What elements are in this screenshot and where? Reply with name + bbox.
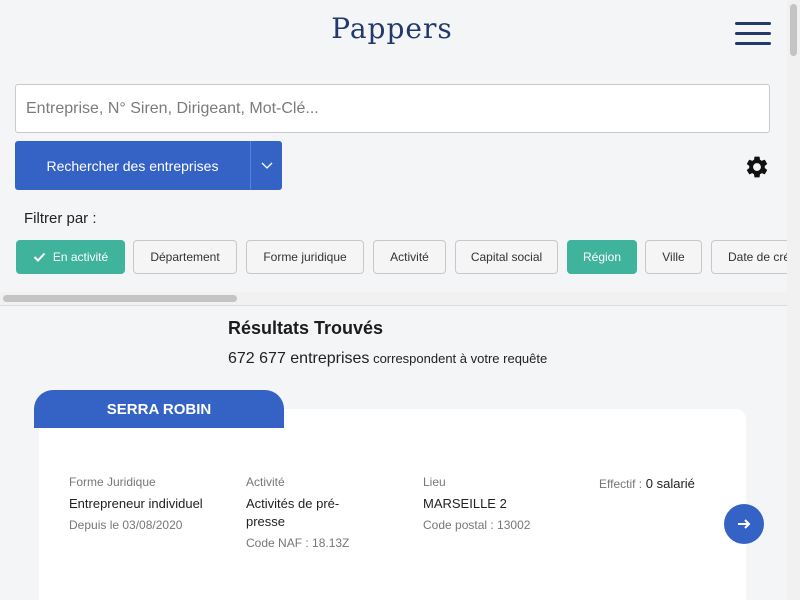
horizontal-scrollbar-thumb[interactable] [3,295,237,302]
filter-chip-region[interactable]: Région [567,240,637,274]
filter-chip-forme-juridique[interactable]: Forme juridique [246,240,364,274]
effectif-value: 0 salarié [645,476,695,491]
filter-chip-en-activite[interactable]: En activité [16,240,125,274]
company-name-tab[interactable]: SERRA ROBIN [34,390,284,428]
search-options-dropdown[interactable] [250,141,282,190]
filter-chip-label: Région [582,250,622,264]
filters-horizontal-scrollbar[interactable] [0,292,787,306]
lieu-postal: Code postal : 13002 [423,518,531,532]
lieu-label: Lieu [423,475,446,489]
filter-chip-label: Département [150,250,220,264]
logo[interactable]: Pappers [0,12,784,45]
filter-chips: En activité Département Forme juridique … [15,240,787,274]
results-count-suffix: correspondent à votre requête [373,351,548,366]
arrow-right-icon [738,519,751,529]
results-count: 672 677 entreprises correspondent à votr… [228,350,547,368]
activite-naf: Code NAF : 18.13Z [246,536,350,550]
filter-chip-label: Date de création [728,250,787,264]
filter-chip-ville[interactable]: Ville [645,240,702,274]
filter-label: Filtrer par : [24,210,97,227]
search-button[interactable]: Rechercher des entreprises [15,141,250,190]
vertical-scrollbar[interactable] [787,0,800,600]
filter-chip-label: Forme juridique [263,250,347,264]
forme-since: Depuis le 03/08/2020 [69,518,183,532]
search-input[interactable] [15,84,770,133]
company-activite: Activité Activités de pré-presse Code NA… [246,475,364,550]
open-company-button[interactable] [724,504,764,544]
forme-label: Forme Juridique [69,475,156,489]
hamburger-menu-icon[interactable] [735,22,771,46]
header: Pappers [0,0,800,70]
gear-icon[interactable] [744,154,770,180]
forme-value: Entrepreneur individuel [69,496,203,511]
filter-chip-date-de-creation[interactable]: Date de création [711,240,787,274]
effectif-label: Effectif : [599,477,643,491]
vertical-scrollbar-thumb[interactable] [790,4,797,56]
company-effectif: Effectif : 0 salarié [599,476,719,491]
lieu-value: MARSEILLE 2 [423,496,507,511]
filter-chip-label: Ville [662,250,685,264]
activite-value: Activités de pré-presse [246,496,340,529]
activite-label: Activité [246,475,285,489]
filter-chip-activite[interactable]: Activité [373,240,446,274]
company-forme-juridique: Forme Juridique Entrepreneur individuel … [69,475,219,532]
results-title: Résultats Trouvés [228,318,384,338]
results-count-number: 672 677 entreprises [228,350,370,367]
filter-chip-label: Capital social [470,250,543,264]
filter-chip-label: En activité [52,250,109,264]
filter-chip-capital-social[interactable]: Capital social [455,240,558,274]
chevron-down-icon [261,162,272,169]
check-icon [33,252,46,262]
filter-chip-label: Activité [390,250,429,264]
company-lieu: Lieu MARSEILLE 2 Code postal : 13002 [423,475,573,532]
filter-chip-departement[interactable]: Département [133,240,237,274]
